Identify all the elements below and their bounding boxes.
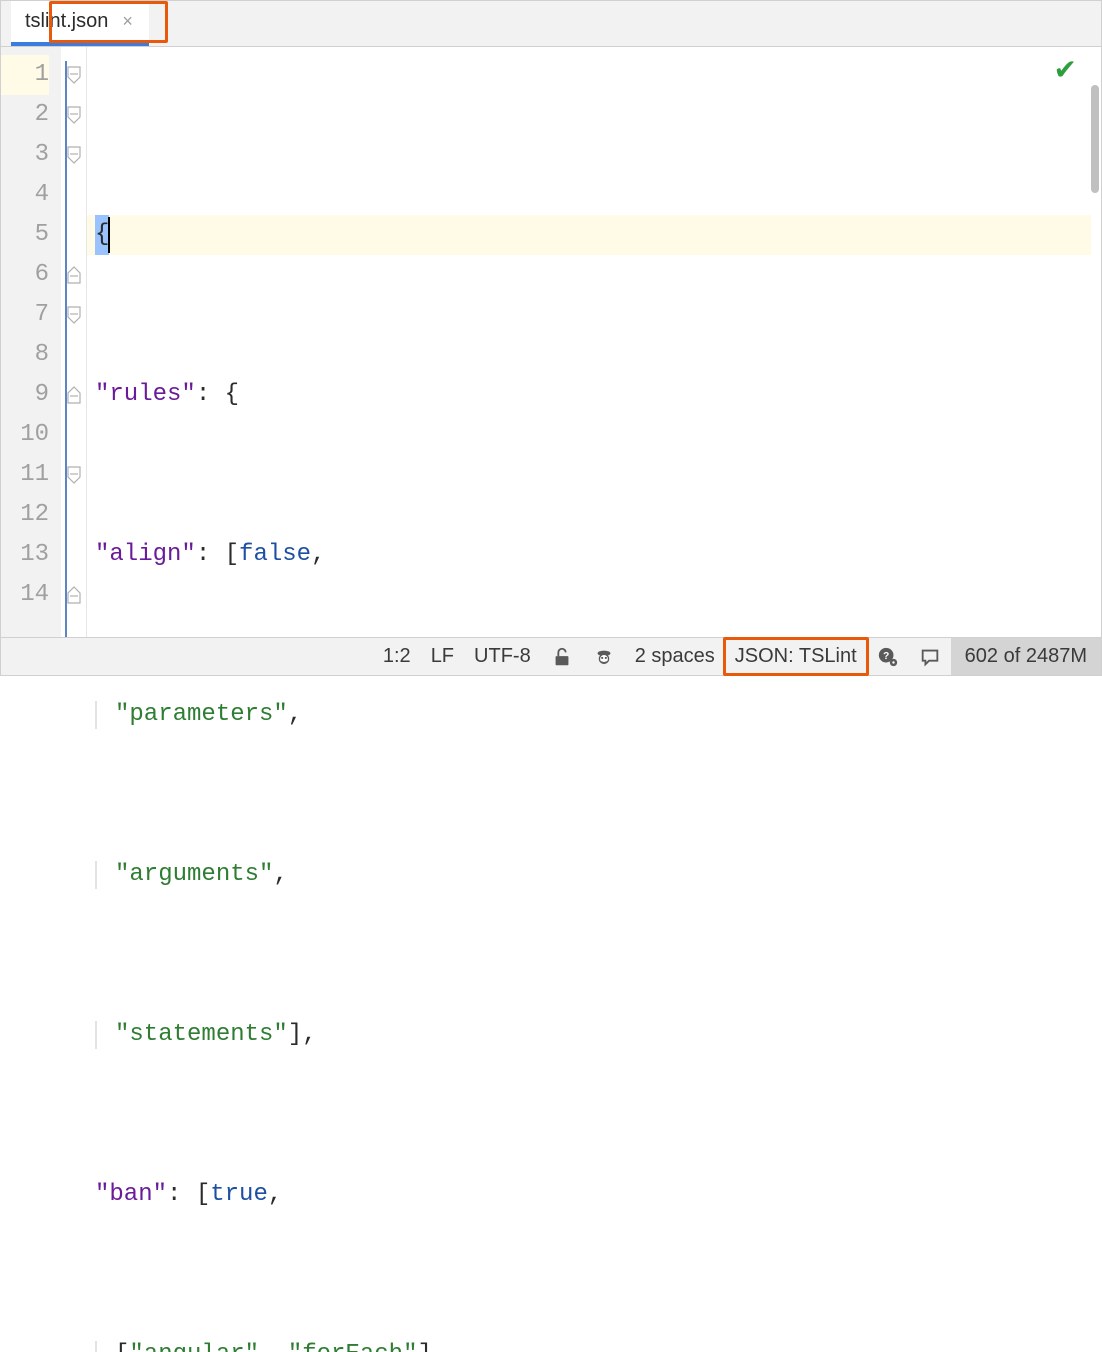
code-line[interactable]: "align": [false, <box>95 535 1091 575</box>
code-line[interactable]: { <box>87 215 1091 255</box>
status-caret-position[interactable]: 1:2 <box>373 638 421 675</box>
editor: 1 2 3 4 5 6 7 8 9 10 11 12 13 14 ✔ { "ru… <box>1 47 1101 637</box>
line-number[interactable]: 9 <box>1 375 49 415</box>
code-line[interactable]: ["angular", "forEach"] <box>95 1335 1091 1352</box>
fold-handle-icon[interactable] <box>67 146 81 164</box>
code-line[interactable]: "arguments", <box>95 855 1091 895</box>
fold-handle-icon[interactable] <box>67 106 81 124</box>
fold-handle-icon[interactable] <box>67 306 81 324</box>
vertical-scrollbar[interactable] <box>1091 47 1101 637</box>
svg-text:?: ? <box>883 650 889 661</box>
status-file-type[interactable]: JSON: TSLint <box>725 638 867 675</box>
line-number[interactable]: 1 <box>1 55 49 95</box>
status-line-separator[interactable]: LF <box>421 638 464 675</box>
tabbar-spacer <box>1 1 11 46</box>
inspector-hector-icon[interactable] <box>583 638 625 675</box>
line-number[interactable]: 4 <box>1 175 49 215</box>
code-line[interactable]: "statements"], <box>95 1015 1091 1055</box>
gutter-fold <box>61 47 87 637</box>
status-memory-indicator[interactable]: 602 of 2487M <box>951 638 1101 675</box>
tab-label: tslint.json <box>25 10 108 33</box>
statusbar: 1:2 LF UTF-8 2 spaces JSON: TSLint ? 602… <box>1 637 1101 675</box>
inspection-ok-icon[interactable]: ✔ <box>1054 53 1077 93</box>
code-line[interactable]: "parameters", <box>95 695 1091 735</box>
line-number[interactable]: 3 <box>1 135 49 175</box>
fold-handle-icon[interactable] <box>67 466 81 484</box>
code-line[interactable]: "ban": [true, <box>95 1175 1091 1215</box>
fold-handle-icon[interactable] <box>67 66 81 84</box>
editor-tabbar: tslint.json × <box>1 1 1101 47</box>
line-number[interactable]: 13 <box>1 535 49 575</box>
line-number[interactable]: 6 <box>1 255 49 295</box>
line-number[interactable]: 2 <box>1 95 49 135</box>
indent-guide <box>95 701 97 729</box>
line-number[interactable]: 7 <box>1 295 49 335</box>
code-line[interactable]: "rules": { <box>95 375 1091 415</box>
gutter-line-numbers: 1 2 3 4 5 6 7 8 9 10 11 12 13 14 <box>1 47 61 637</box>
close-icon[interactable]: × <box>118 11 137 32</box>
padlock-unlocked-icon[interactable] <box>541 638 583 675</box>
line-number[interactable]: 10 <box>1 415 49 455</box>
line-number[interactable]: 8 <box>1 335 49 375</box>
line-number[interactable]: 5 <box>1 215 49 255</box>
code-area[interactable]: ✔ { "rules": { "align": [false, "paramet… <box>87 47 1091 637</box>
help-settings-icon[interactable]: ? <box>867 638 909 675</box>
indent-guide <box>95 861 97 889</box>
status-indent[interactable]: 2 spaces <box>625 638 725 675</box>
indent-guide <box>95 1341 97 1352</box>
fold-handle-icon[interactable] <box>67 586 81 604</box>
line-number[interactable]: 14 <box>1 575 49 615</box>
fold-handle-icon[interactable] <box>67 386 81 404</box>
notification-balloon-icon[interactable] <box>909 638 951 675</box>
line-number[interactable]: 11 <box>1 455 49 495</box>
fold-handle-icon[interactable] <box>67 266 81 284</box>
line-number[interactable]: 12 <box>1 495 49 535</box>
scrollbar-thumb[interactable] <box>1091 85 1099 193</box>
indent-guide <box>95 1021 97 1049</box>
tab-tslint-json[interactable]: tslint.json × <box>11 1 149 46</box>
status-encoding[interactable]: UTF-8 <box>464 638 541 675</box>
